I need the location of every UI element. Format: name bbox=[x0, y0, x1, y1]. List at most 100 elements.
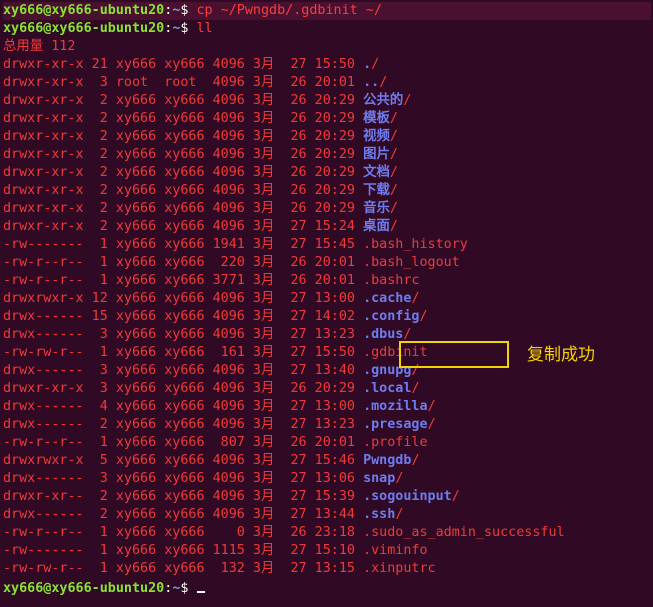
directory-suffix: / bbox=[427, 417, 436, 432]
prompt-user-host: xy666@xy666-ubuntu20 bbox=[3, 581, 165, 596]
entry-meta: drwx------ 15 xy666 xy666 4096 3月 27 14:… bbox=[3, 309, 364, 324]
entry-meta: drwx------ 3 xy666 xy666 4096 3月 27 13:4… bbox=[3, 363, 364, 378]
directory-listing: drwxr-xr-x 21 xy666 xy666 4096 3月 27 15:… bbox=[3, 56, 651, 578]
listing-row: -rw-r--r-- 1 xy666 xy666 3771 3月 26 20:0… bbox=[3, 272, 651, 290]
directory-suffix: / bbox=[379, 75, 388, 90]
entry-meta: -rw-rw-r-- 1 xy666 xy666 161 3月 27 15:50 bbox=[3, 345, 364, 360]
directory-name: .presage bbox=[363, 417, 428, 432]
entry-meta: drwx------ 4 xy666 xy666 4096 3月 27 13:0… bbox=[3, 399, 364, 414]
entry-meta: drwxr-xr-x 2 xy666 xy666 4096 3月 26 20:2… bbox=[3, 93, 364, 108]
directory-name: 视频 bbox=[363, 129, 390, 144]
directory-name: 图片 bbox=[363, 147, 390, 162]
listing-row: drwxr-xr-- 2 xy666 xy666 4096 3月 27 15:3… bbox=[3, 488, 651, 506]
entry-meta: drwxr-xr-x 2 xy666 xy666 4096 3月 26 20:2… bbox=[3, 111, 364, 126]
directory-suffix: / bbox=[419, 309, 428, 324]
directory-suffix: / bbox=[395, 507, 404, 522]
entry-meta: drwx------ 3 xy666 xy666 4096 3月 27 13:0… bbox=[3, 471, 364, 486]
directory-suffix: / bbox=[451, 489, 460, 504]
entry-meta: -rw-r--r-- 1 xy666 xy666 807 3月 26 20:01 bbox=[3, 435, 364, 450]
file-name: .profile bbox=[363, 435, 428, 450]
listing-row: drwx------ 2 xy666 xy666 4096 3月 27 13:2… bbox=[3, 416, 651, 434]
command-cp: cp ~/Pwngdb/.gdbinit ~/ bbox=[196, 3, 382, 18]
directory-name: .ssh bbox=[363, 507, 396, 522]
directory-name: 公共的 bbox=[363, 93, 404, 108]
prompt-symbol: $ bbox=[180, 21, 197, 36]
directory-name: .. bbox=[363, 75, 380, 90]
listing-row: drwxr-xr-x 2 xy666 xy666 4096 3月 26 20:2… bbox=[3, 92, 651, 110]
directory-name: .dbus bbox=[363, 327, 404, 342]
directory-name: 模板 bbox=[363, 111, 390, 126]
directory-name: snap bbox=[363, 471, 396, 486]
listing-row: drwxrwxr-x 12 xy666 xy666 4096 3月 27 13:… bbox=[3, 290, 651, 308]
listing-row: drwxr-xr-x 2 xy666 xy666 4096 3月 27 15:2… bbox=[3, 218, 651, 236]
directory-name: 音乐 bbox=[363, 201, 390, 216]
directory-name: 下载 bbox=[363, 183, 390, 198]
listing-row: drwxr-xr-x 3 root root 4096 3月 26 20:01 … bbox=[3, 74, 651, 92]
directory-suffix: / bbox=[389, 219, 398, 234]
prompt-symbol: $ bbox=[180, 3, 197, 18]
directory-suffix: / bbox=[403, 327, 412, 342]
listing-row: drwxr-xr-x 21 xy666 xy666 4096 3月 27 15:… bbox=[3, 56, 651, 74]
entry-meta: -rw------- 1 xy666 xy666 1941 3月 27 15:4… bbox=[3, 237, 364, 252]
listing-row: drwxr-xr-x 2 xy666 xy666 4096 3月 26 20:2… bbox=[3, 200, 651, 218]
prompt-line-ll: xy666@xy666-ubuntu20:~$ ll bbox=[3, 20, 651, 38]
entry-meta: drwxr-xr-x 3 xy666 xy666 4096 3月 26 20:2… bbox=[3, 381, 364, 396]
directory-name: 桌面 bbox=[363, 219, 390, 234]
listing-row: drwx------ 2 xy666 xy666 4096 3月 27 13:4… bbox=[3, 506, 651, 524]
listing-row: drwxr-xr-x 2 xy666 xy666 4096 3月 26 20:2… bbox=[3, 110, 651, 128]
entry-meta: drwxr-xr-x 2 xy666 xy666 4096 3月 26 20:2… bbox=[3, 183, 364, 198]
file-name: .sudo_as_admin_successful bbox=[363, 525, 565, 540]
entry-meta: drwx------ 2 xy666 xy666 4096 3月 27 13:4… bbox=[3, 507, 364, 522]
total-usage-line: 总用量 112 bbox=[3, 39, 76, 54]
directory-name: .mozilla bbox=[363, 399, 428, 414]
entry-meta: drwxr-xr-x 2 xy666 xy666 4096 3月 26 20:2… bbox=[3, 129, 364, 144]
file-name: .viminfo bbox=[363, 543, 428, 558]
directory-suffix: / bbox=[389, 147, 398, 162]
directory-name: .cache bbox=[363, 291, 412, 306]
prompt-line-current[interactable]: xy666@xy666-ubuntu20:~$ bbox=[3, 578, 651, 596]
entry-meta: drwxr-xr-x 2 xy666 xy666 4096 3月 27 15:2… bbox=[3, 219, 364, 234]
entry-meta: drwxr-xr-x 2 xy666 xy666 4096 3月 26 20:2… bbox=[3, 201, 364, 216]
gdbinit-highlight-box bbox=[399, 341, 509, 368]
prompt-user-host: xy666@xy666-ubuntu20 bbox=[3, 21, 165, 36]
listing-row: drwxr-xr-x 2 xy666 xy666 4096 3月 26 20:2… bbox=[3, 164, 651, 182]
entry-meta: -rw-rw-r-- 1 xy666 xy666 132 3月 27 13:15 bbox=[3, 561, 364, 576]
copy-success-annotation: 复制成功 bbox=[527, 345, 595, 365]
listing-row: drwxr-xr-x 2 xy666 xy666 4096 3月 26 20:2… bbox=[3, 128, 651, 146]
directory-suffix: / bbox=[389, 129, 398, 144]
listing-row: drwx------ 4 xy666 xy666 4096 3月 27 13:0… bbox=[3, 398, 651, 416]
listing-row: drwxr-xr-x 3 xy666 xy666 4096 3月 26 20:2… bbox=[3, 380, 651, 398]
directory-suffix: / bbox=[411, 291, 420, 306]
listing-row: -rw-r--r-- 1 xy666 xy666 807 3月 26 20:01… bbox=[3, 434, 651, 452]
entry-meta: drwxr-xr-x 2 xy666 xy666 4096 3月 26 20:2… bbox=[3, 165, 364, 180]
terminal-output[interactable]: xy666@xy666-ubuntu20:~$ cp ~/Pwngdb/.gdb… bbox=[3, 2, 651, 596]
directory-suffix: / bbox=[411, 453, 420, 468]
prompt-symbol: $ bbox=[180, 581, 197, 596]
listing-row: -rw-rw-r-- 1 xy666 xy666 132 3月 27 13:15… bbox=[3, 560, 651, 578]
entry-meta: drwxr-xr-x 2 xy666 xy666 4096 3月 26 20:2… bbox=[3, 147, 364, 162]
file-name: .bash_logout bbox=[363, 255, 460, 270]
entry-meta: drwxrwxr-x 5 xy666 xy666 4096 3月 27 15:4… bbox=[3, 453, 364, 468]
directory-name: Pwngdb bbox=[363, 453, 412, 468]
listing-row: -rw------- 1 xy666 xy666 1941 3月 27 15:4… bbox=[3, 236, 651, 254]
entry-meta: drwxr-xr-- 2 xy666 xy666 4096 3月 27 15:3… bbox=[3, 489, 364, 504]
entry-meta: drwx------ 2 xy666 xy666 4096 3月 27 13:2… bbox=[3, 417, 364, 432]
file-name: .bashrc bbox=[363, 273, 420, 288]
listing-row: drwxrwxr-x 5 xy666 xy666 4096 3月 27 15:4… bbox=[3, 452, 651, 470]
entry-meta: -rw-r--r-- 1 xy666 xy666 220 3月 26 20:01 bbox=[3, 255, 364, 270]
file-name: .bash_history bbox=[363, 237, 468, 252]
prompt-line-cp: xy666@xy666-ubuntu20:~$ cp ~/Pwngdb/.gdb… bbox=[3, 2, 651, 20]
directory-name: . bbox=[363, 57, 372, 72]
directory-name: .config bbox=[363, 309, 420, 324]
directory-suffix: / bbox=[403, 93, 412, 108]
listing-row: drwx------ 15 xy666 xy666 4096 3月 27 14:… bbox=[3, 308, 651, 326]
text-cursor bbox=[196, 578, 205, 593]
listing-row: -rw-r--r-- 1 xy666 xy666 220 3月 26 20:01… bbox=[3, 254, 651, 272]
directory-suffix: / bbox=[389, 183, 398, 198]
entry-meta: drwxr-xr-x 21 xy666 xy666 4096 3月 27 15:… bbox=[3, 57, 364, 72]
listing-row: -rw------- 1 xy666 xy666 1115 3月 27 15:1… bbox=[3, 542, 651, 560]
command-ll: ll bbox=[196, 21, 213, 36]
entry-meta: -rw------- 1 xy666 xy666 1115 3月 27 15:1… bbox=[3, 543, 364, 558]
entry-meta: -rw-r--r-- 1 xy666 xy666 3771 3月 26 20:0… bbox=[3, 273, 364, 288]
directory-name: 文档 bbox=[363, 165, 390, 180]
